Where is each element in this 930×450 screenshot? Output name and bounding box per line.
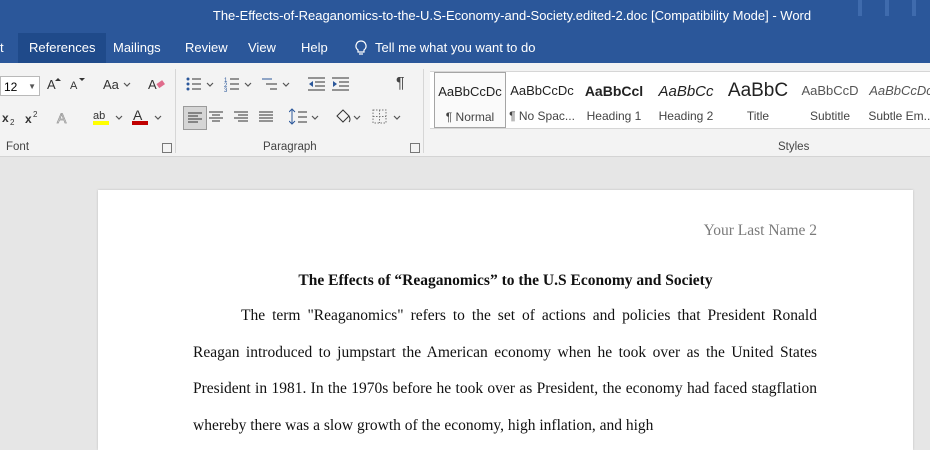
svg-text:2: 2 [33,110,38,119]
line-spacing-icon[interactable] [289,108,321,126]
align-center-icon[interactable] [208,110,224,124]
tab-view[interactable]: View [237,33,287,63]
borders-icon[interactable] [372,108,404,126]
style-subtitle[interactable]: AaBbCcD Subtitle [794,72,866,128]
superscript-icon[interactable]: x2 [25,110,41,126]
style-sample: AaBbCcDc [510,83,574,98]
highlight-color-icon[interactable]: ab [93,108,125,126]
tab-mailings[interactable]: Mailings [102,33,172,63]
ribbon-tab-bar: t References Mailings Review View Help T… [0,33,930,63]
svg-text:A: A [47,77,56,92]
window-control[interactable] [912,0,916,16]
styles-group-label: Styles [778,141,810,153]
align-left-button[interactable] [183,106,207,130]
style-name: Subtle Em... [868,109,930,123]
paragraph-dialog-launcher-icon[interactable] [410,143,420,153]
svg-text:A: A [70,80,78,92]
window-control[interactable] [885,0,889,16]
document-page[interactable]: Your Last Name 2 The Effects of “Reagano… [98,190,913,450]
style-sample: AaBbCcl [584,83,644,99]
text-effects-icon[interactable]: A [56,110,72,126]
clear-formatting-icon[interactable]: A [148,76,166,92]
tell-me-box[interactable]: Tell me what you want to do [355,33,535,63]
svg-text:A: A [57,110,67,126]
tab-partial[interactable]: t [0,33,15,63]
group-divider [175,69,176,153]
justify-icon[interactable] [258,110,274,124]
align-right-icon[interactable] [233,110,249,124]
document-title: The Effects of “Reaganomics” to the U.S … [298,272,713,289]
document-area[interactable]: Your Last Name 2 The Effects of “Reagano… [0,157,930,450]
tell-me-label: Tell me what you want to do [375,40,536,55]
body-paragraph: The term "Reaganomics" refers to the set… [193,307,817,434]
style-sample: AaBbCcDc [869,83,930,98]
shading-icon[interactable] [334,108,364,126]
style-normal[interactable]: AaBbCcDc ¶ Normal [434,72,506,128]
tab-help[interactable]: Help [290,33,339,63]
increase-indent-icon[interactable] [332,76,350,92]
paragraph-group-label: Paragraph [263,141,317,153]
style-name: Subtitle [809,109,851,123]
style-heading-1[interactable]: AaBbCcl Heading 1 [578,72,650,128]
style-title[interactable]: AaBbC Title [722,72,794,128]
font-size-select[interactable]: 12 ▼ [0,76,40,96]
tab-references[interactable]: References [18,33,107,63]
title-bar: The-Effects-of-Reaganomics-to-the-U.S-Ec… [0,0,930,33]
chevron-down-icon: ▼ [28,82,36,91]
style-name: Title [746,109,770,123]
styles-gallery: AaBbCcDc ¶ Normal AaBbCcDc ¶ No Spac... … [430,71,930,129]
svg-text:x: x [25,112,32,126]
style-sample: AaBbC [727,80,789,101]
window-control[interactable] [858,0,862,16]
svg-text:A: A [133,108,143,123]
svg-text:A: A [148,77,157,92]
ribbon: 12 ▼ A A Aa A x2 x2 A ab A Font 123 ¶ Pa… [0,63,930,157]
grow-font-icon[interactable]: A [47,76,63,92]
svg-text:2: 2 [10,118,15,126]
font-group-label: Font [6,141,30,153]
style-heading-2[interactable]: AaBbCc Heading 2 [650,72,722,128]
show-formatting-marks-icon[interactable]: ¶ [396,75,405,93]
font-color-icon[interactable]: A [132,108,164,126]
change-case-icon[interactable]: Aa [103,76,131,92]
window-title: The-Effects-of-Reaganomics-to-the-U.S-Ec… [212,8,812,23]
style-name: Heading 1 [586,109,642,123]
style-subtle-emphasis[interactable]: AaBbCcDc Subtle Em... [866,72,930,128]
style-sample: AaBbCcD [801,83,859,98]
style-no-spacing[interactable]: AaBbCcDc ¶ No Spac... [506,72,578,128]
svg-text:x: x [2,111,9,125]
style-sample: AaBbCcDc [438,84,502,99]
lightbulb-icon [355,40,367,56]
style-name: ¶ No Spac... [509,109,575,123]
shrink-font-icon[interactable]: A [70,76,86,92]
font-dialog-launcher-icon[interactable] [162,143,172,153]
tab-review[interactable]: Review [174,33,239,63]
numbering-icon[interactable]: 123 [224,76,254,92]
page-header: Your Last Name 2 [703,222,817,239]
svg-text:Aa: Aa [103,77,120,92]
subscript-icon[interactable]: x2 [2,110,18,126]
svg-text:3: 3 [224,88,228,92]
decrease-indent-icon[interactable] [308,76,326,92]
bullets-icon[interactable] [186,76,216,92]
style-name: Heading 2 [658,109,714,123]
style-name: ¶ Normal [445,110,495,124]
multilevel-list-icon[interactable] [262,76,292,92]
group-divider [423,69,424,153]
style-sample: AaBbCc [658,83,714,100]
svg-text:ab: ab [93,110,105,122]
font-size-value: 12 [4,80,18,94]
